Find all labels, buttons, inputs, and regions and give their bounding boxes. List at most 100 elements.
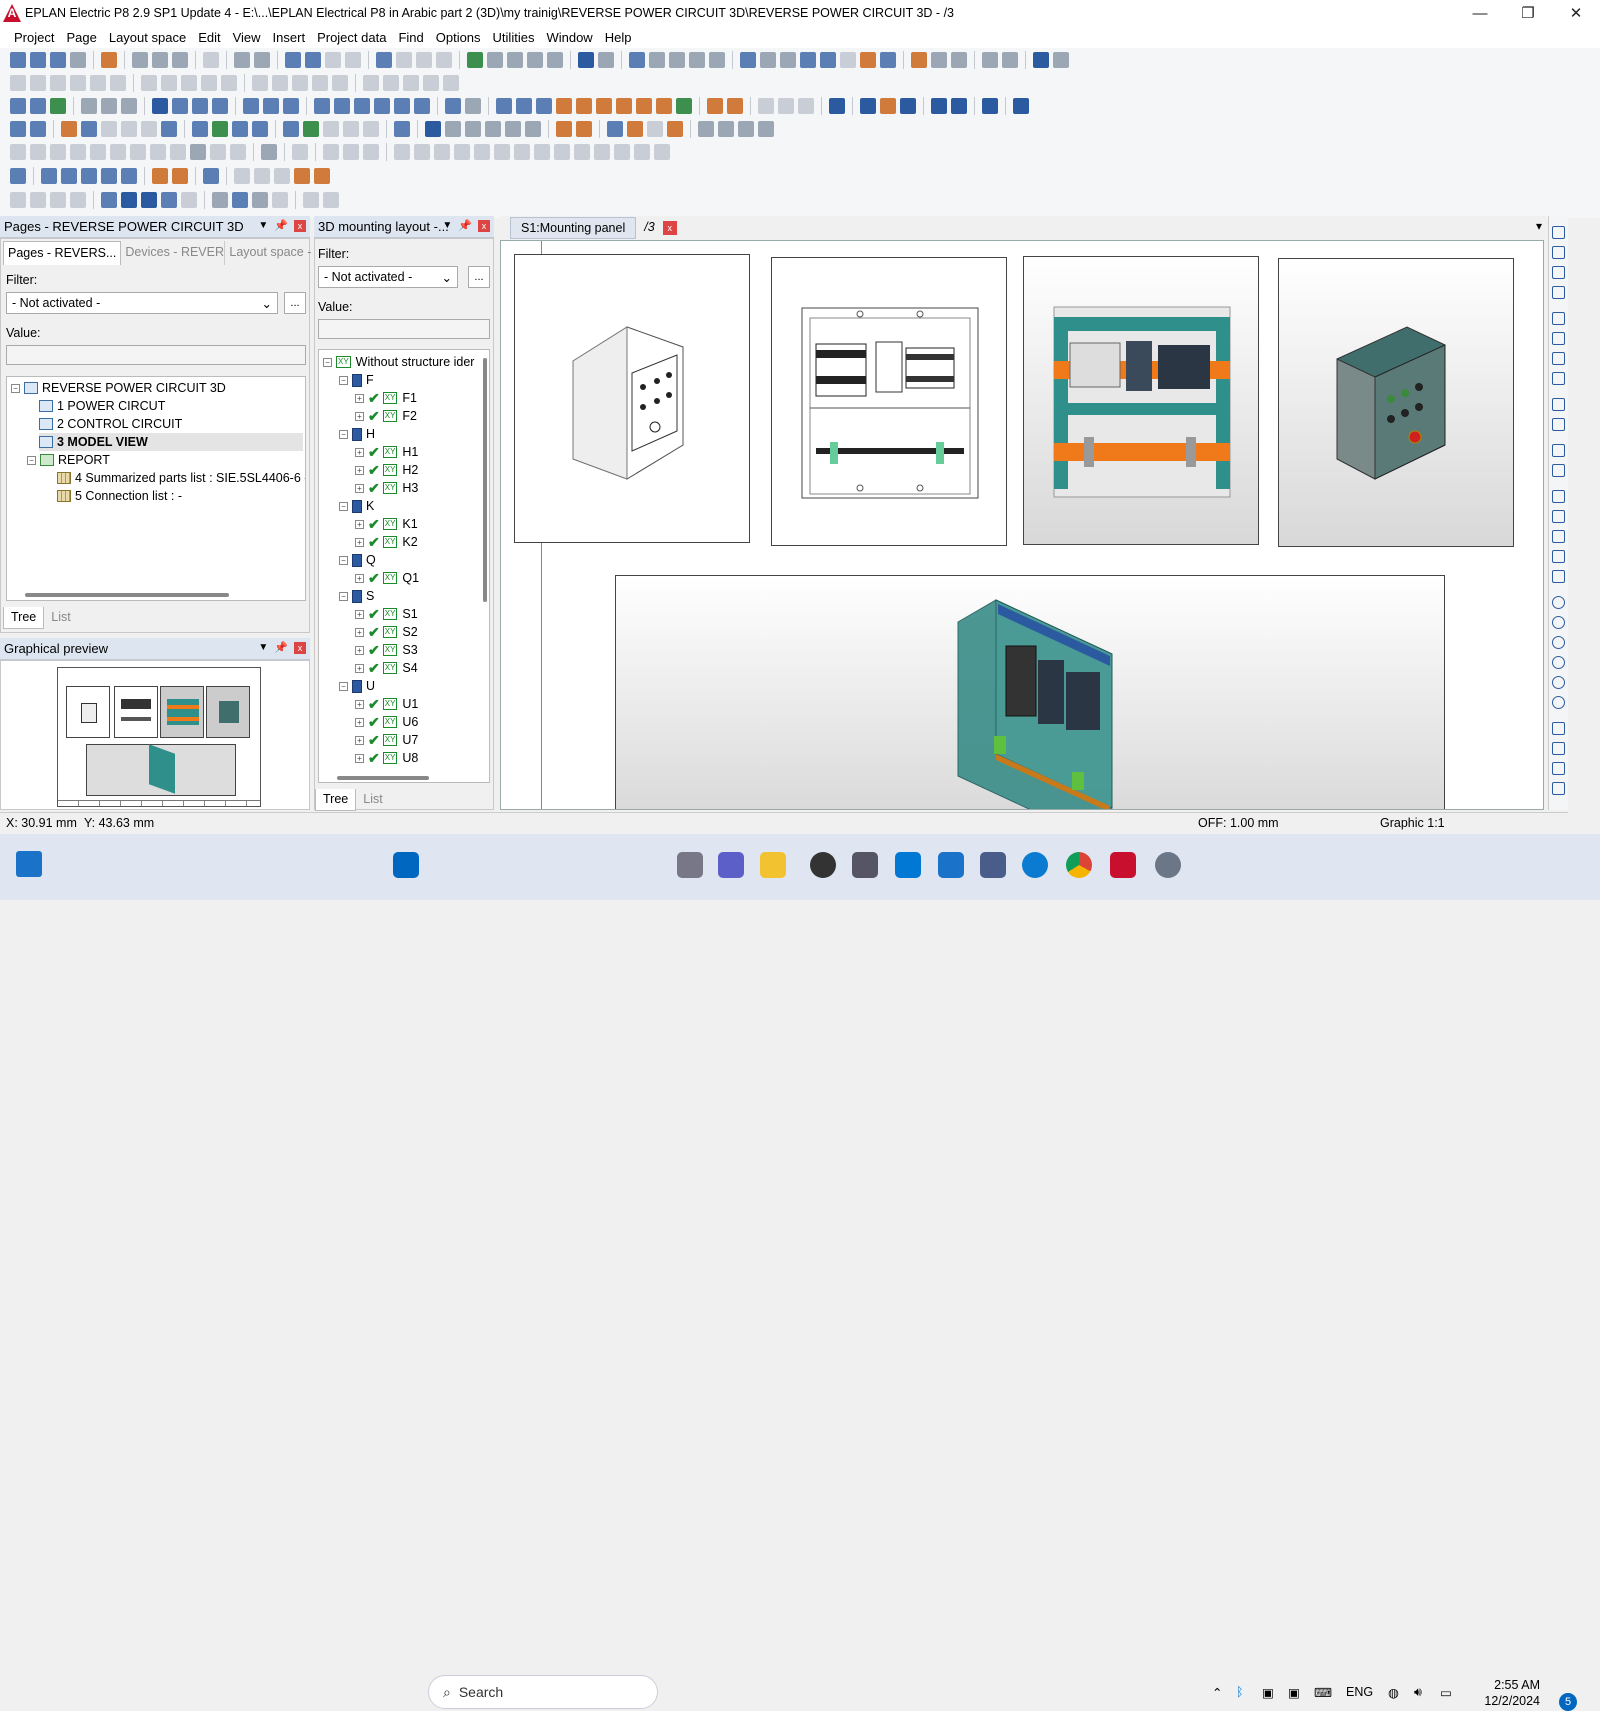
tree-device[interactable]: + ✔ XY Q1	[355, 569, 419, 587]
open-icon[interactable]	[30, 52, 46, 68]
copy-icon[interactable]	[152, 52, 168, 68]
circle-icon[interactable]	[1552, 636, 1565, 649]
tool-icon[interactable]	[81, 121, 97, 137]
tee-icon[interactable]	[1552, 372, 1565, 385]
task-view-icon[interactable]	[677, 852, 703, 878]
view-panel-3d[interactable]	[1023, 256, 1259, 545]
tree-group[interactable]: − F	[339, 371, 374, 389]
angle-icon[interactable]	[1552, 246, 1565, 259]
language-indicator[interactable]: ENG	[1346, 1685, 1373, 1699]
tool-icon[interactable]	[121, 121, 137, 137]
collapse-icon[interactable]: −	[339, 429, 348, 439]
expand-icon[interactable]: +	[355, 483, 364, 493]
tool-icon[interactable]	[312, 75, 328, 91]
tool-icon[interactable]	[30, 121, 46, 137]
tool-icon[interactable]	[70, 192, 86, 208]
tree-node-page[interactable]: 2 CONTROL CIRCUIT	[39, 415, 182, 433]
settings-icon[interactable]	[101, 52, 117, 68]
tool-icon[interactable]	[121, 168, 137, 184]
tool-icon[interactable]	[363, 144, 379, 160]
angle-icon[interactable]	[1552, 226, 1565, 239]
tool-icon[interactable]	[829, 98, 845, 114]
expand-icon[interactable]: +	[355, 735, 364, 745]
tool-icon[interactable]	[982, 98, 998, 114]
tool-icon[interactable]	[860, 52, 876, 68]
menu-view[interactable]: View	[227, 30, 267, 45]
tool-icon[interactable]	[485, 121, 501, 137]
view-enclosure-iso[interactable]	[514, 254, 750, 543]
arc-icon[interactable]	[1552, 656, 1565, 669]
tee-icon[interactable]	[1552, 352, 1565, 365]
tool-icon[interactable]	[707, 98, 723, 114]
expand-icon[interactable]: +	[355, 699, 364, 709]
horizontal-scrollbar[interactable]	[337, 776, 429, 780]
mail-icon[interactable]	[895, 852, 921, 878]
snap-icon[interactable]	[740, 52, 756, 68]
pin-icon[interactable]: 📌	[274, 219, 288, 232]
zoom-window-icon[interactable]	[487, 52, 503, 68]
polyline-icon[interactable]	[1552, 510, 1565, 523]
tray-app-icon[interactable]: ▣	[1262, 1685, 1274, 1700]
tool-icon[interactable]	[414, 98, 430, 114]
tool-icon[interactable]	[283, 98, 299, 114]
tool-icon[interactable]	[192, 98, 208, 114]
tool-icon[interactable]	[110, 75, 126, 91]
close-icon[interactable]: x	[294, 219, 306, 232]
tool-icon[interactable]	[161, 121, 177, 137]
tool-icon[interactable]	[292, 75, 308, 91]
magnet-icon[interactable]	[820, 52, 836, 68]
view-panel-iso[interactable]	[615, 575, 1445, 809]
tree-device[interactable]: + ✔ XY S4	[355, 659, 418, 677]
save-icon[interactable]	[50, 52, 66, 68]
expand-icon[interactable]: +	[355, 519, 364, 529]
mounting-filter-select[interactable]: - Not activated - ⌄	[318, 266, 458, 288]
menu-project-data[interactable]: Project data	[311, 30, 392, 45]
tool-icon[interactable]	[607, 121, 623, 137]
spline-icon[interactable]	[1552, 722, 1565, 735]
paste-icon[interactable]	[172, 52, 188, 68]
tool-icon[interactable]	[323, 121, 339, 137]
menu-utilities[interactable]: Utilities	[487, 30, 541, 45]
value-input[interactable]	[6, 345, 306, 365]
tree-device[interactable]: + ✔ XY U1	[355, 695, 418, 713]
tool-icon[interactable]	[727, 98, 743, 114]
tab-devices[interactable]: Devices - REVER...	[121, 241, 226, 265]
mounting-filter-more-button[interactable]: ...	[468, 266, 490, 288]
tray-app-icon[interactable]: ▣	[1288, 1685, 1300, 1700]
tool-icon[interactable]	[161, 192, 177, 208]
expand-icon[interactable]: +	[355, 627, 364, 637]
magnet-icon[interactable]	[800, 52, 816, 68]
tool-icon[interactable]	[303, 121, 319, 137]
tree-node-page[interactable]: 1 POWER CIRCUT	[39, 397, 165, 415]
chrome-icon[interactable]	[1066, 852, 1092, 878]
grid-icon[interactable]	[669, 52, 685, 68]
tool-icon[interactable]	[50, 144, 66, 160]
tool-icon[interactable]	[798, 98, 814, 114]
tool-icon[interactable]	[314, 98, 330, 114]
tool-icon[interactable]	[738, 121, 754, 137]
cart-icon[interactable]	[1033, 52, 1049, 68]
tool-icon[interactable]	[758, 121, 774, 137]
preview-thumbnail[interactable]	[57, 667, 261, 807]
tool-icon[interactable]	[556, 98, 572, 114]
arrow-down-icon[interactable]	[1552, 398, 1565, 411]
tool-icon[interactable]	[294, 168, 310, 184]
tool-icon[interactable]	[951, 52, 967, 68]
menu-window[interactable]: Window	[540, 30, 598, 45]
tool-icon[interactable]	[900, 98, 916, 114]
tool-icon[interactable]	[334, 98, 350, 114]
teams-icon[interactable]	[718, 852, 744, 878]
tree-device[interactable]: + ✔ XY H3	[355, 479, 418, 497]
tool-icon[interactable]	[880, 52, 896, 68]
tree-device[interactable]: + ✔ XY U6	[355, 713, 418, 731]
tab-pages[interactable]: Pages - REVERS...	[3, 241, 122, 265]
tool-icon[interactable]	[718, 121, 734, 137]
mounting-value-input[interactable]	[318, 319, 490, 339]
tool-icon[interactable]	[931, 52, 947, 68]
taskbar-search[interactable]: ⌕ Search	[428, 1675, 658, 1709]
tab-page-number[interactable]: /3	[636, 217, 662, 239]
tool-icon[interactable]	[778, 98, 794, 114]
tool-icon[interactable]	[323, 192, 339, 208]
tool-icon[interactable]	[656, 98, 672, 114]
tab-layout-space[interactable]: Layout space - R...	[225, 241, 326, 265]
